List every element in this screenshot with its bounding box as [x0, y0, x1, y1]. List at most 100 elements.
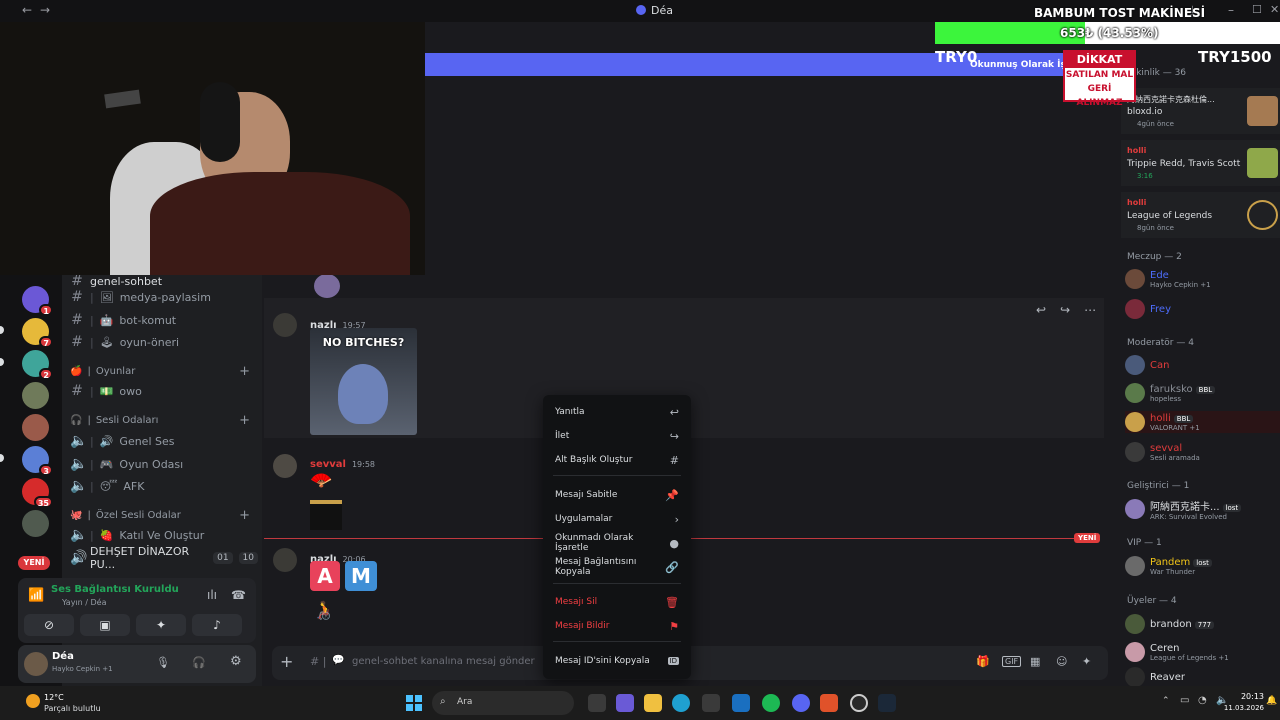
- voice-channel-connected[interactable]: 🔊 DEHŞET DİNAZOR PU... 01 10: [70, 545, 258, 571]
- add-channel-icon[interactable]: +: [239, 508, 250, 523]
- discord-icon[interactable]: [792, 694, 810, 712]
- forward-arrow-icon[interactable]: →: [40, 3, 50, 17]
- voice-channel[interactable]: 🔈 | 🔊 Genel Ses: [70, 430, 258, 452]
- voice-channel[interactable]: 🔈 | 😴 AFK: [70, 475, 258, 497]
- windows-start-icon[interactable]: [406, 695, 422, 711]
- add-channel-icon[interactable]: +: [239, 413, 250, 428]
- spotify-icon[interactable]: [762, 694, 780, 712]
- server-icon[interactable]: 2: [22, 350, 53, 380]
- server-icon[interactable]: 35: [22, 478, 53, 508]
- disconnect-icon[interactable]: ☎: [231, 588, 246, 602]
- message-author[interactable]: sevval: [310, 459, 346, 470]
- avatar[interactable]: [273, 548, 297, 572]
- menu-item-forward[interactable]: İlet ↪: [549, 425, 685, 447]
- menu-item-delete[interactable]: Mesajı Sil 🗑: [549, 591, 685, 613]
- gif-icon[interactable]: GIF: [1002, 656, 1022, 667]
- clock-date[interactable]: 11.03.2026: [1210, 704, 1264, 712]
- sticker-icon[interactable]: ▦: [1030, 655, 1040, 668]
- member-status: War Thunder: [1150, 567, 1196, 576]
- reply-icon[interactable]: ↩: [1036, 303, 1046, 317]
- menu-item-report[interactable]: Mesajı Bildir ⚑: [549, 615, 685, 637]
- category-voice[interactable]: 🎧 | Sesli Odaları +: [70, 413, 258, 428]
- menu-item-reply[interactable]: Yanıtla ↩: [549, 401, 685, 423]
- channel-item[interactable]: # | 🖼 medya-paylasim: [70, 286, 258, 308]
- obs-icon[interactable]: [850, 694, 868, 712]
- store-icon[interactable]: [702, 694, 720, 712]
- server-icon[interactable]: 7: [22, 318, 53, 348]
- member-item[interactable]: Frey: [1125, 298, 1280, 320]
- menu-item-create-thread[interactable]: Alt Başlık Oluştur #: [549, 449, 685, 471]
- close-icon[interactable]: ✕: [1270, 3, 1279, 16]
- gear-icon[interactable]: ⚙: [230, 654, 242, 669]
- category-private[interactable]: 🐙 | Özel Sesli Odalar +: [70, 508, 258, 523]
- edge-icon[interactable]: [672, 694, 690, 712]
- notification-bell-icon[interactable]: 🔔: [1266, 696, 1277, 706]
- activity-card[interactable]: 阿納西克諾卡克森杜倫... bloxd.io 4gün önce: [1121, 88, 1280, 134]
- avatar[interactable]: [273, 313, 297, 337]
- emoji-icon[interactable]: ☺: [1056, 655, 1067, 668]
- clock-time[interactable]: 20:13: [1224, 692, 1264, 701]
- copilot-icon[interactable]: [616, 694, 634, 712]
- wifi-icon[interactable]: ◔: [1198, 695, 1207, 706]
- maximize-icon[interactable]: ☐: [1252, 3, 1262, 16]
- activity-card[interactable]: holli Trippie Redd, Travis Scott 3:16: [1121, 140, 1280, 186]
- headphones-icon[interactable]: 🎧: [192, 656, 206, 669]
- tray-chevron-icon[interactable]: ⌃: [1162, 696, 1170, 706]
- camera-off-button[interactable]: ⊘: [24, 614, 74, 636]
- member-item[interactable]: sevval Sesli aramada: [1125, 441, 1280, 463]
- apps-icon[interactable]: ✦: [1082, 655, 1091, 668]
- member-item[interactable]: Ede Hayko Cepkin +1: [1125, 268, 1280, 290]
- menu-label: Mesajı Sabitle: [555, 490, 618, 500]
- member-item[interactable]: Pandem lost War Thunder: [1125, 555, 1280, 577]
- activity-card[interactable]: holli League of Legends 8gün önce: [1121, 192, 1280, 238]
- add-channel-icon[interactable]: +: [239, 364, 250, 379]
- activities-button[interactable]: ✦: [136, 614, 186, 636]
- member-item[interactable]: brandon 777: [1125, 613, 1280, 635]
- screen-share-button[interactable]: ▣: [80, 614, 130, 636]
- signal-icon[interactable]: 📶: [28, 588, 44, 603]
- channel-item[interactable]: # | 💵 owo: [70, 380, 258, 402]
- new-unreads-pill[interactable]: YENİ: [18, 556, 50, 570]
- member-item[interactable]: faruksko BBL hopeless: [1125, 382, 1280, 404]
- mail-icon[interactable]: [732, 694, 750, 712]
- steam-icon[interactable]: [878, 694, 896, 712]
- minimize-icon[interactable]: –: [1228, 3, 1234, 17]
- channel-item[interactable]: # | 🕹 oyun-öneri: [70, 331, 258, 353]
- meme-image[interactable]: NO BITCHES?: [310, 328, 417, 435]
- menu-item-copy-link[interactable]: Mesaj Bağlantısını Kopyala 🔗: [549, 556, 685, 578]
- taskbar-search[interactable]: ⌕ Ara: [432, 691, 574, 715]
- member-item[interactable]: Ceren League of Legends +1: [1125, 641, 1280, 663]
- member-item[interactable]: Can: [1125, 354, 1280, 376]
- avatar[interactable]: [24, 652, 48, 676]
- noise-suppression-icon[interactable]: ılı: [207, 588, 217, 602]
- task-view-icon[interactable]: [588, 694, 606, 712]
- voice-channel[interactable]: 🔈 | 🎮 Oyun Odası: [70, 453, 258, 475]
- menu-item-apps[interactable]: Uygulamalar ›: [549, 508, 685, 530]
- menu-item-pin[interactable]: Mesajı Sabitle 📌: [549, 484, 685, 506]
- weather-icon[interactable]: [26, 694, 40, 708]
- server-icon[interactable]: 1: [22, 286, 53, 316]
- server-icon[interactable]: [22, 414, 49, 441]
- channel-item[interactable]: # | 🤖 bot-komut: [70, 309, 258, 331]
- member-item[interactable]: holli BBL VALORANT +1: [1125, 411, 1280, 433]
- server-icon[interactable]: 3: [22, 446, 53, 476]
- voice-channel[interactable]: 🔈 | 🍓 Katıl Ve Oluştur: [70, 524, 258, 546]
- file-explorer-icon[interactable]: [644, 694, 662, 712]
- gift-icon[interactable]: 🎁: [976, 655, 990, 668]
- add-attachment-icon[interactable]: +: [280, 652, 293, 671]
- soundboard-button[interactable]: ♪: [192, 614, 242, 636]
- network-icon[interactable]: ▭: [1180, 695, 1189, 706]
- server-icon[interactable]: [22, 382, 49, 409]
- server-icon[interactable]: [22, 510, 49, 537]
- menu-item-mark-unread[interactable]: Okunmadı Olarak İşaretle ●: [549, 532, 685, 554]
- member-item[interactable]: Reaver: [1125, 666, 1280, 688]
- category-games[interactable]: 🍎 | Oyunlar +: [70, 364, 258, 379]
- more-icon[interactable]: ⋯: [1084, 303, 1096, 317]
- microphone-icon[interactable]: 🎙: [156, 656, 170, 669]
- menu-item-copy-id[interactable]: Mesaj ID'sini Kopyala ID: [549, 650, 685, 672]
- back-arrow-icon[interactable]: ←: [22, 3, 32, 17]
- avatar[interactable]: [273, 454, 297, 478]
- forward-icon[interactable]: ↪: [1060, 303, 1070, 317]
- brave-icon[interactable]: [820, 694, 838, 712]
- member-item[interactable]: 阿納西克諾卡... lost ARK: Survival Evolved: [1125, 498, 1280, 521]
